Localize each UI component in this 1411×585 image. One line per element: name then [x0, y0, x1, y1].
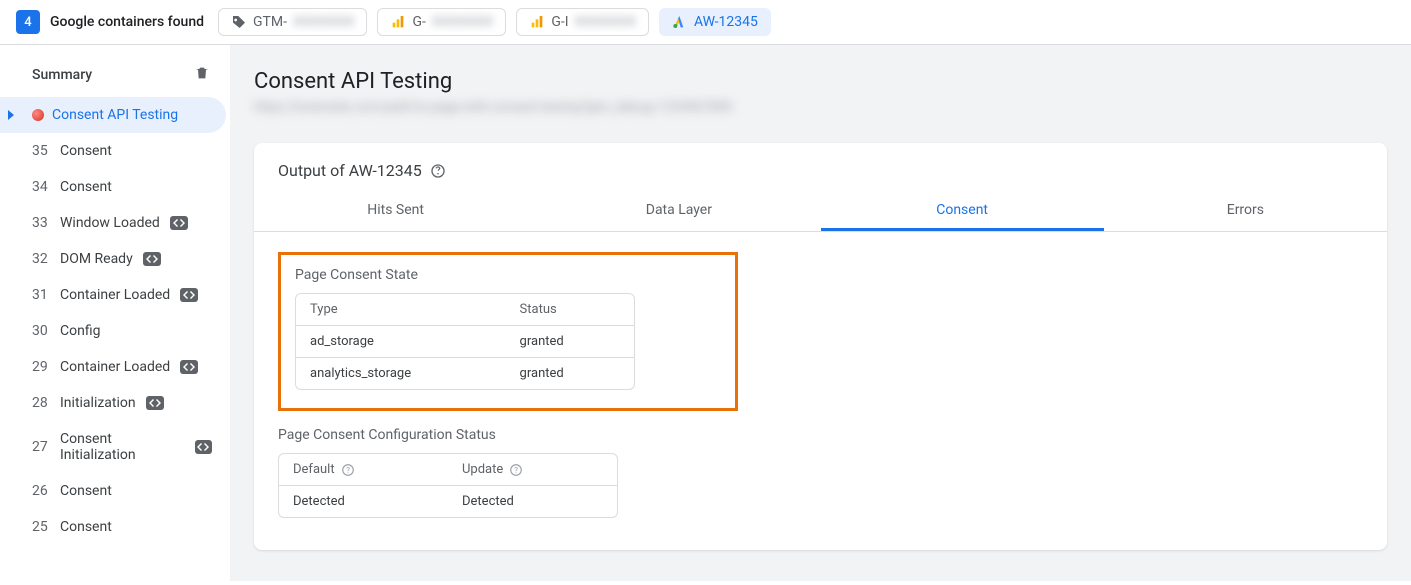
sidebar-item[interactable]: 29 Container Loaded [0, 349, 226, 385]
help-icon[interactable]: ? [509, 463, 523, 477]
chip-blur: XXXXXXX [575, 14, 636, 30]
sidebar-item-label: Initialization [60, 395, 136, 411]
item-number: 25 [32, 519, 52, 535]
sidebar-item-label: Consent [60, 483, 112, 499]
sidebar-item[interactable]: 34 Consent [0, 169, 226, 205]
svg-text:?: ? [346, 464, 350, 474]
code-icon [195, 440, 212, 454]
summary-label: Summary [32, 67, 92, 83]
consent-type: analytics_storage [296, 358, 506, 389]
chip-label: AW-12345 [694, 14, 758, 30]
help-icon[interactable] [430, 163, 446, 179]
item-number: 26 [32, 483, 52, 499]
item-number: 31 [32, 287, 52, 303]
config-status-heading: Page Consent Configuration Status [278, 427, 1363, 443]
chip-blur: XXXXXXX [432, 14, 493, 30]
sidebar-item-label: Consent Initialization [60, 431, 185, 463]
table-row: analytics_storagegranted [296, 357, 634, 389]
config-status-table: Default ? Update ? De [278, 453, 618, 518]
sidebar: Summary Consent API Testing 35 Consent 34 C… [0, 45, 230, 581]
chip-blur: XXXXXXX [293, 14, 354, 30]
consent-state-highlight: Page Consent State Type Status ad_storag… [278, 252, 738, 411]
sidebar-item[interactable]: 28 Initialization [0, 385, 226, 421]
sidebar-item[interactable]: 31 Container Loaded [0, 277, 226, 313]
sidebar-item-label: Container Loaded [60, 287, 170, 303]
page-subtitle: https://loremsite.com/path/to-page-with-… [254, 100, 1034, 115]
item-number: 30 [32, 323, 52, 339]
chip-label: G- [412, 14, 425, 30]
help-icon[interactable]: ? [341, 463, 355, 477]
th-type: Type [296, 294, 506, 325]
item-number: 29 [32, 359, 52, 375]
page-title: Consent API Testing [254, 69, 1387, 94]
sidebar-item[interactable]: 30 Config [0, 313, 226, 349]
config-default-value: Detected [279, 486, 448, 517]
th-default: Default ? [279, 454, 448, 485]
sidebar-item-label: Consent [60, 179, 112, 195]
code-icon [146, 396, 164, 410]
sidebar-item[interactable]: 32 DOM Ready [0, 241, 226, 277]
consent-status: granted [506, 358, 634, 389]
sidebar-item[interactable]: 27 Consent Initialization [0, 421, 226, 473]
content: Consent API Testing https://loremsite.co… [230, 45, 1411, 581]
trash-icon[interactable] [194, 65, 210, 85]
code-icon [143, 252, 161, 266]
table-row: Detected Detected [279, 485, 617, 517]
tab-hits-sent[interactable]: Hits Sent [254, 192, 537, 231]
sidebar-item-label: Consent [60, 143, 112, 159]
container-count-badge: 4 [16, 10, 40, 34]
containers-label: Google containers found [50, 14, 204, 30]
sidebar-item-label: DOM Ready [60, 251, 133, 267]
th-status: Status [506, 294, 634, 325]
chip-label: GTM- [253, 14, 287, 30]
tab-consent[interactable]: Consent [821, 192, 1104, 231]
item-number: 35 [32, 143, 52, 159]
item-number: 28 [32, 395, 52, 411]
sidebar-item[interactable]: 25 Consent [0, 509, 226, 545]
sidebar-item[interactable]: 35 Consent [0, 133, 226, 169]
analytics-icon [529, 14, 545, 30]
sidebar-item-label: Container Loaded [60, 359, 170, 375]
sidebar-item[interactable]: 26 Consent [0, 473, 226, 509]
table-row: ad_storagegranted [296, 325, 634, 357]
sidebar-item[interactable]: 33 Window Loaded [0, 205, 226, 241]
card-title: Output of AW-12345 [278, 161, 422, 180]
sidebar-summary[interactable]: Summary [0, 49, 230, 97]
item-number: 33 [32, 215, 52, 231]
tag-icon [231, 14, 247, 30]
sidebar-item-label: Window Loaded [60, 215, 160, 231]
recording-dot-icon [32, 109, 44, 121]
sidebar-item-label: Config [60, 323, 100, 339]
svg-text:?: ? [514, 464, 518, 474]
tab-data-layer[interactable]: Data Layer [537, 192, 820, 231]
ads-icon [672, 14, 688, 30]
item-number: 27 [32, 439, 52, 455]
container-chip[interactable]: GTM- XXXXXXX [218, 8, 367, 36]
th-update: Update ? [448, 454, 617, 485]
container-chip[interactable]: AW-12345 [659, 8, 771, 36]
item-number: 34 [32, 179, 52, 195]
tab-errors[interactable]: Errors [1104, 192, 1387, 231]
sidebar-item-label: Consent API Testing [52, 107, 178, 123]
consent-status: granted [506, 326, 634, 357]
consent-state-table: Type Status ad_storagegrantedanalytics_s… [295, 293, 635, 390]
code-icon [180, 360, 198, 374]
container-chip[interactable]: G- XXXXXXX [377, 8, 506, 36]
output-card: Output of AW-12345 Hits SentData LayerCo… [254, 143, 1387, 550]
top-bar: 4 Google containers found GTM- XXXXXXX G- X… [0, 0, 1411, 45]
container-chip[interactable]: G-I XXXXXXX [516, 8, 649, 36]
sidebar-item-consent-api-testing[interactable]: Consent API Testing [0, 97, 226, 133]
consent-state-heading: Page Consent State [295, 267, 721, 283]
code-icon [170, 216, 188, 230]
analytics-icon [390, 14, 406, 30]
tabs: Hits SentData LayerConsentErrors [254, 192, 1387, 232]
config-update-value: Detected [448, 486, 617, 517]
code-icon [180, 288, 198, 302]
sidebar-item-label: Consent [60, 519, 112, 535]
chip-label: G-I [551, 14, 568, 30]
item-number: 32 [32, 251, 52, 267]
consent-type: ad_storage [296, 326, 506, 357]
